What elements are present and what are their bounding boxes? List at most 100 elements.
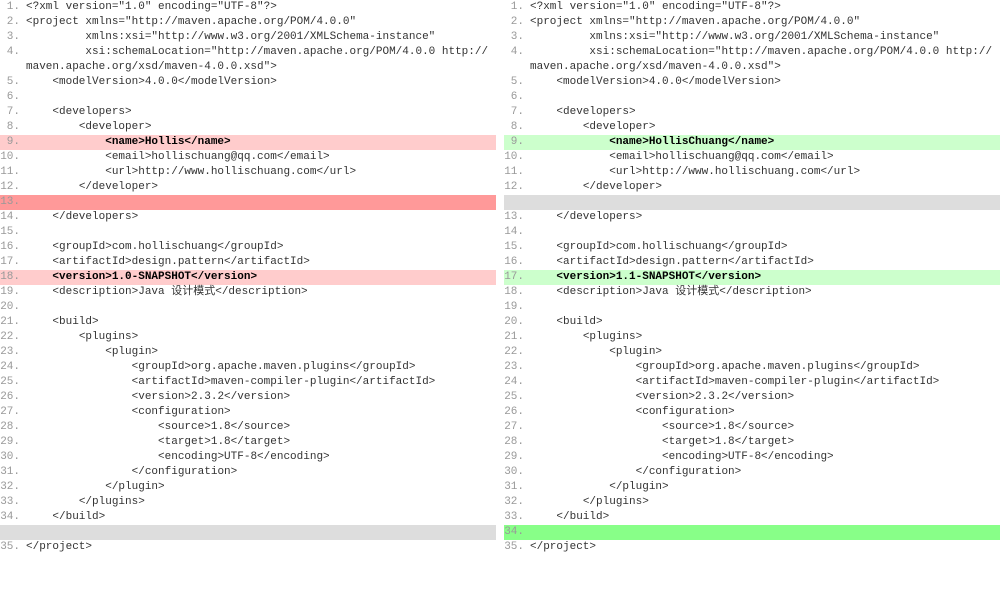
code-text: xmlns:xsi="http://www.w3.org/2001/XMLSch… (26, 30, 496, 45)
line-number: 20. (504, 315, 530, 330)
code-text: </plugins> (530, 495, 1000, 510)
code-text: <configuration> (26, 405, 496, 420)
line-number: 24. (0, 360, 26, 375)
diff-line-right: 17. <version>1.1-SNAPSHOT</version> (504, 270, 1000, 285)
diff-line-left: 4. xsi:schemaLocation="http://maven.apac… (0, 45, 496, 75)
line-number: 30. (504, 465, 530, 480)
code-text: </configuration> (26, 465, 496, 480)
diff-line-left: 12. </developer> (0, 180, 496, 195)
diff-pane-right: 1.<?xml version="1.0" encoding="UTF-8"?>… (500, 0, 1000, 555)
line-number: 6. (0, 90, 26, 105)
code-text: </developers> (26, 210, 496, 225)
code-text: xsi:schemaLocation="http://maven.apache.… (26, 45, 496, 75)
line-number: 8. (0, 120, 26, 135)
diff-line-left: 20. (0, 300, 496, 315)
line-number: 17. (0, 255, 26, 270)
line-number: 3. (0, 30, 26, 45)
code-text: <version>2.3.2</version> (530, 390, 1000, 405)
line-number: 11. (0, 165, 26, 180)
diff-line-right: 22. <plugin> (504, 345, 1000, 360)
line-number: 17. (504, 270, 530, 285)
line-number: 5. (504, 75, 530, 90)
line-number: 9. (0, 135, 26, 150)
line-number: 4. (0, 45, 26, 60)
line-number: 31. (504, 480, 530, 495)
diff-line-left: 15. (0, 225, 496, 240)
line-number: 3. (504, 30, 530, 45)
diff-line-left: 2.<project xmlns="http://maven.apache.or… (0, 15, 496, 30)
line-number: 1. (0, 0, 26, 15)
line-number: 25. (0, 375, 26, 390)
line-number: 12. (0, 180, 26, 195)
line-number: 19. (504, 300, 530, 315)
diff-line-left: 33. </plugins> (0, 495, 496, 510)
code-text: <configuration> (530, 405, 1000, 420)
diff-line-right: 10. <email>hollischuang@qq.com</email> (504, 150, 1000, 165)
line-number: 24. (504, 375, 530, 390)
diff-line-right: 25. <version>2.3.2</version> (504, 390, 1000, 405)
diff-line-left: 18. <version>1.0-SNAPSHOT</version> (0, 270, 496, 285)
line-number: 35. (504, 540, 530, 555)
diff-line-right: 29. <encoding>UTF-8</encoding> (504, 450, 1000, 465)
diff-line-right: 33. </build> (504, 510, 1000, 525)
diff-line-right: 8. <developer> (504, 120, 1000, 135)
diff-line-right: 35.</project> (504, 540, 1000, 555)
code-text: </configuration> (530, 465, 1000, 480)
line-number: 35. (0, 540, 26, 555)
diff-line-left: 35.</project> (0, 540, 496, 555)
line-number: 13. (0, 195, 26, 210)
diff-line-left: 14. </developers> (0, 210, 496, 225)
diff-line-left: 21. <build> (0, 315, 496, 330)
diff-line-right: 1.<?xml version="1.0" encoding="UTF-8"?> (504, 0, 1000, 15)
line-number: 7. (504, 105, 530, 120)
diff-line-left: 13. (0, 195, 496, 210)
diff-line-left: 19. <description>Java 设计模式</description> (0, 285, 496, 300)
code-text: <developer> (530, 120, 1000, 135)
line-number: 14. (504, 225, 530, 240)
line-number: 20. (0, 300, 26, 315)
diff-line-right: 9. <name>HollisChuang</name> (504, 135, 1000, 150)
diff-line-left: 11. <url>http://www.hollischuang.com</ur… (0, 165, 496, 180)
line-number: 23. (504, 360, 530, 375)
code-text: </plugin> (530, 480, 1000, 495)
diff-line-right: 32. </plugins> (504, 495, 1000, 510)
diff-line-right: 12. </developer> (504, 180, 1000, 195)
diff-line-left: 10. <email>hollischuang@qq.com</email> (0, 150, 496, 165)
line-number: 22. (0, 330, 26, 345)
line-number: 10. (504, 150, 530, 165)
code-text: </build> (26, 510, 496, 525)
code-text: </build> (530, 510, 1000, 525)
code-text: <build> (530, 315, 1000, 330)
line-number: 13. (504, 210, 530, 225)
code-text: <groupId>org.apache.maven.plugins</group… (26, 360, 496, 375)
diff-line-right: 20. <build> (504, 315, 1000, 330)
code-text: <artifactId>design.pattern</artifactId> (26, 255, 496, 270)
diff-line-left: 28. <source>1.8</source> (0, 420, 496, 435)
code-text: <project xmlns="http://maven.apache.org/… (530, 15, 1000, 30)
code-text: <plugin> (530, 345, 1000, 360)
diff-line-left: 5. <modelVersion>4.0.0</modelVersion> (0, 75, 496, 90)
diff-line-right (504, 195, 1000, 210)
code-text: <developer> (26, 120, 496, 135)
diff-line-left: 32. </plugin> (0, 480, 496, 495)
code-text: </developers> (530, 210, 1000, 225)
diff-line-right: 24. <artifactId>maven-compiler-plugin</a… (504, 375, 1000, 390)
code-text: <encoding>UTF-8</encoding> (530, 450, 1000, 465)
diff-line-right: 26. <configuration> (504, 405, 1000, 420)
code-text: xmlns:xsi="http://www.w3.org/2001/XMLSch… (530, 30, 1000, 45)
code-text: <target>1.8</target> (530, 435, 1000, 450)
diff-line-left: 7. <developers> (0, 105, 496, 120)
diff-line-left: 30. <encoding>UTF-8</encoding> (0, 450, 496, 465)
code-text: xsi:schemaLocation="http://maven.apache.… (530, 45, 1000, 75)
diff-line-right: 30. </configuration> (504, 465, 1000, 480)
diff-line-left: 24. <groupId>org.apache.maven.plugins</g… (0, 360, 496, 375)
code-text: <description>Java 设计模式</description> (530, 285, 1000, 300)
code-text: <url>http://www.hollischuang.com</url> (26, 165, 496, 180)
line-number: 11. (504, 165, 530, 180)
line-number: 21. (0, 315, 26, 330)
diff-line-left: 23. <plugin> (0, 345, 496, 360)
code-text: <groupId>org.apache.maven.plugins</group… (530, 360, 1000, 375)
line-number: 27. (0, 405, 26, 420)
code-text: </plugins> (26, 495, 496, 510)
line-number: 10. (0, 150, 26, 165)
